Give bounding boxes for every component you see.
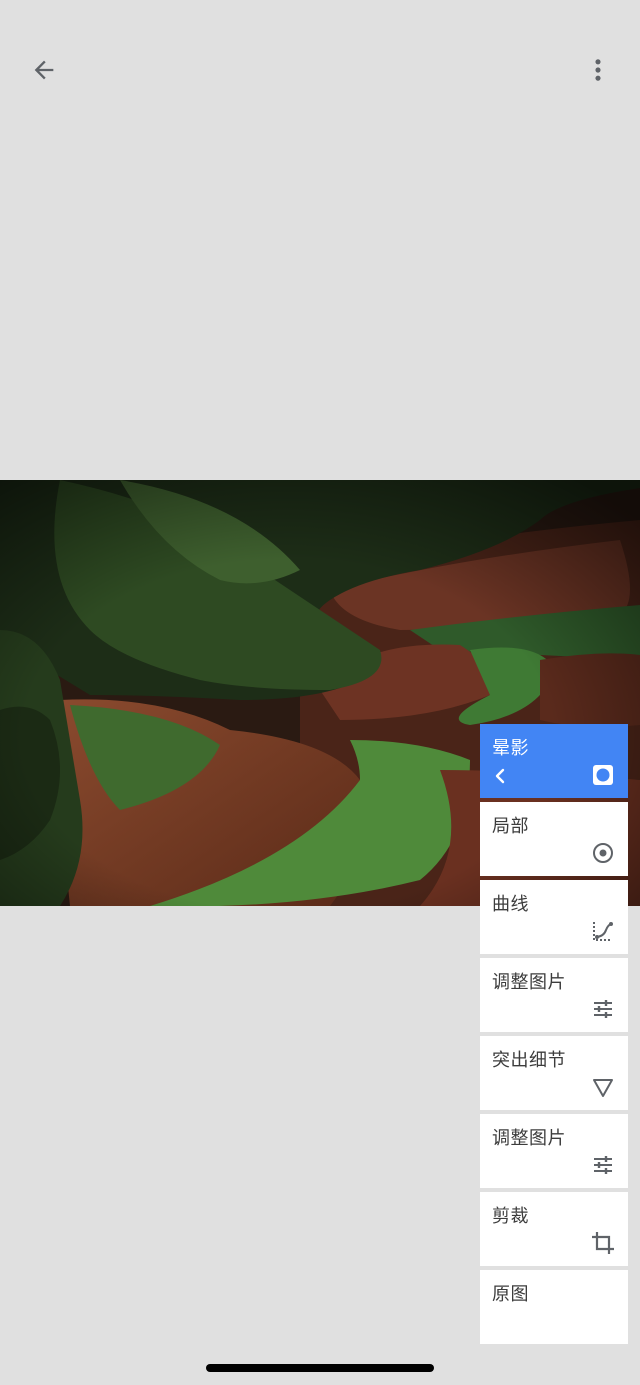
back-button[interactable] (22, 48, 66, 92)
tool-card-curves[interactable]: 曲线 (480, 880, 628, 954)
more-options-button[interactable] (576, 48, 620, 92)
tool-card-details[interactable]: 突出细节 (480, 1036, 628, 1110)
crop-icon (592, 1232, 614, 1254)
tool-label: 调整图片 (492, 972, 566, 993)
home-indicator[interactable] (206, 1364, 434, 1372)
details-icon (593, 1079, 613, 1097)
arrow-left-icon (34, 60, 54, 80)
tool-label: 剪裁 (492, 1206, 529, 1227)
top-app-bar (0, 0, 640, 140)
tool-card-tune-image[interactable]: 调整图片 (480, 958, 628, 1032)
vignette-icon (593, 765, 613, 785)
tool-card-tune-image-2[interactable]: 调整图片 (480, 1114, 628, 1188)
tune-icon (594, 1156, 612, 1174)
more-vert-icon (595, 59, 601, 81)
tool-label: 原图 (492, 1284, 529, 1305)
tool-card-selective[interactable]: 局部 (480, 802, 628, 876)
tool-label: 局部 (492, 816, 529, 837)
tool-label: 晕影 (492, 738, 529, 759)
curves-icon (593, 922, 613, 941)
chevron-left-icon[interactable] (492, 766, 508, 786)
tool-label: 曲线 (492, 894, 529, 915)
tool-card-original[interactable]: 原图 (480, 1270, 628, 1344)
tool-label: 突出细节 (492, 1050, 566, 1071)
selective-icon (593, 843, 613, 863)
tool-label: 调整图片 (492, 1128, 566, 1149)
tune-icon (594, 1000, 612, 1018)
tool-card-vignette[interactable]: 晕影 (480, 724, 628, 798)
tool-card-crop[interactable]: 剪裁 (480, 1192, 628, 1266)
